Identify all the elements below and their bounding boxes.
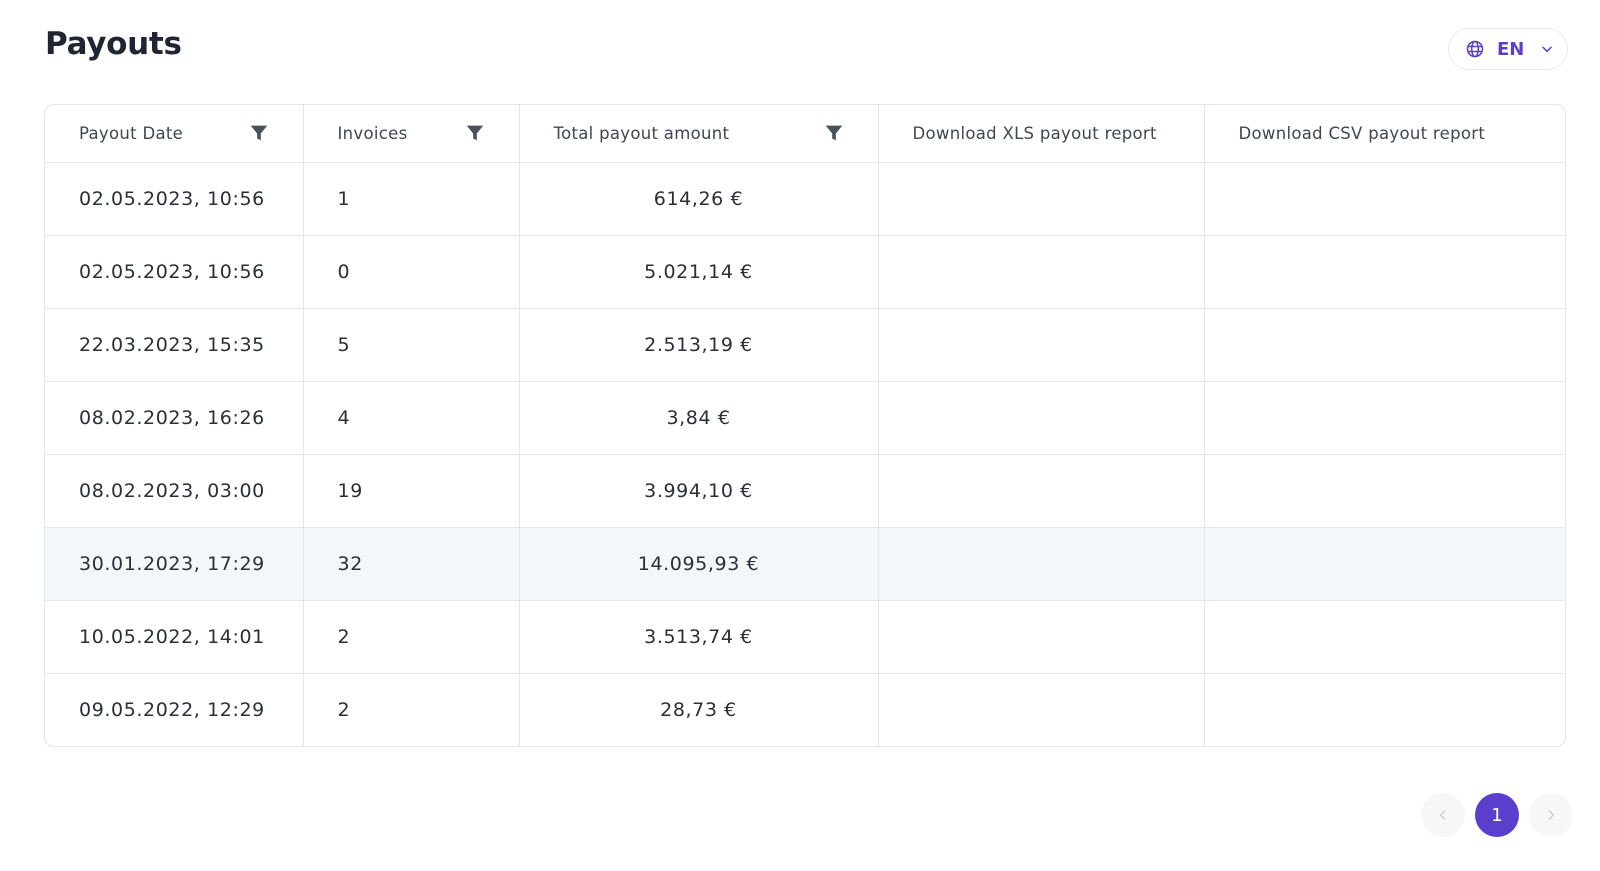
table-row[interactable]: 09.05.2022, 12:29 2 28,73 € — [45, 673, 1565, 746]
cell-payout-date: 08.02.2023, 03:00 — [45, 454, 304, 528]
header-download-xls: Download XLS payout report — [878, 105, 1205, 163]
cell-payout-date: 02.05.2023, 10:56 — [45, 235, 304, 309]
cell-payout-date: 10.05.2022, 14:01 — [45, 600, 304, 674]
payouts-table: Payout Date Invoices Total payout amount — [44, 104, 1566, 747]
cell-invoices: 19 — [303, 454, 520, 528]
cell-download-csv[interactable] — [1204, 381, 1565, 455]
table-row[interactable]: 22.03.2023, 15:35 5 2.513,19 € — [45, 308, 1565, 382]
cell-download-xls[interactable] — [878, 600, 1205, 674]
cell-amount: 3,84 € — [519, 381, 879, 455]
filter-icon[interactable] — [464, 122, 486, 144]
cell-download-xls[interactable] — [878, 162, 1205, 236]
table-row[interactable]: 10.05.2022, 14:01 2 3.513,74 € — [45, 600, 1565, 674]
language-select[interactable]: EN — [1448, 28, 1568, 70]
cell-download-xls[interactable] — [878, 673, 1205, 746]
cell-invoices: 4 — [303, 381, 520, 455]
table-row[interactable]: 08.02.2023, 03:00 19 3.994,10 € — [45, 454, 1565, 528]
cell-amount: 28,73 € — [519, 673, 879, 746]
filter-icon[interactable] — [248, 122, 270, 144]
cell-download-csv[interactable] — [1204, 600, 1565, 674]
header-label: Payout Date — [79, 123, 184, 143]
cell-download-xls[interactable] — [878, 454, 1205, 528]
cell-invoices: 32 — [303, 527, 520, 601]
cell-download-xls[interactable] — [878, 235, 1205, 309]
cell-invoices: 2 — [303, 673, 520, 746]
chevron-down-icon — [1542, 46, 1553, 53]
page-title: Payouts — [45, 26, 182, 62]
cell-invoices: 2 — [303, 600, 520, 674]
table-row[interactable]: 02.05.2023, 10:56 1 614,26 € — [45, 162, 1565, 236]
header-download-csv: Download CSV payout report — [1204, 105, 1565, 163]
next-page-button[interactable] — [1529, 793, 1573, 837]
previous-page-button[interactable] — [1421, 793, 1465, 837]
cell-invoices: 1 — [303, 162, 520, 236]
cell-amount: 5.021,14 € — [519, 235, 879, 309]
cell-payout-date: 02.05.2023, 10:56 — [45, 162, 304, 236]
header-label: Download CSV payout report — [1238, 123, 1486, 143]
header-payout-date: Payout Date — [45, 105, 304, 163]
cell-download-csv[interactable] — [1204, 527, 1565, 601]
cell-payout-date: 09.05.2022, 12:29 — [45, 673, 304, 746]
cell-download-xls[interactable] — [878, 381, 1205, 455]
cell-download-xls[interactable] — [878, 308, 1205, 382]
header-label: Download XLS payout report — [912, 123, 1157, 143]
cell-invoices: 5 — [303, 308, 520, 382]
cell-amount: 2.513,19 € — [519, 308, 879, 382]
cell-download-csv[interactable] — [1204, 673, 1565, 746]
table-row[interactable]: 08.02.2023, 16:26 4 3,84 € — [45, 381, 1565, 455]
cell-payout-date: 30.01.2023, 17:29 — [45, 527, 304, 601]
table-row[interactable]: 02.05.2023, 10:56 0 5.021,14 € — [45, 235, 1565, 309]
cell-payout-date: 22.03.2023, 15:35 — [45, 308, 304, 382]
header-invoices: Invoices — [303, 105, 520, 163]
header-label: Total payout amount — [553, 123, 730, 143]
cell-download-csv[interactable] — [1204, 308, 1565, 382]
globe-icon — [1466, 40, 1484, 58]
cell-amount: 614,26 € — [519, 162, 879, 236]
pagination: 1 — [1421, 793, 1573, 837]
header-label: Invoices — [337, 123, 408, 143]
page-1-button[interactable]: 1 — [1475, 793, 1519, 837]
table-header-row: Payout Date Invoices Total payout amount — [45, 105, 1565, 163]
cell-payout-date: 08.02.2023, 16:26 — [45, 381, 304, 455]
cell-amount: 14.095,93 € — [519, 527, 879, 601]
table-row-hovered[interactable]: 30.01.2023, 17:29 32 14.095,93 € — [45, 527, 1565, 601]
cell-download-csv[interactable] — [1204, 454, 1565, 528]
cell-download-csv[interactable] — [1204, 235, 1565, 309]
cell-invoices: 0 — [303, 235, 520, 309]
chevron-right-icon — [1548, 810, 1555, 820]
filter-icon[interactable] — [823, 122, 845, 144]
language-label: EN — [1497, 38, 1525, 60]
chevron-left-icon — [1439, 810, 1446, 820]
cell-amount: 3.994,10 € — [519, 454, 879, 528]
cell-download-csv[interactable] — [1204, 162, 1565, 236]
cell-amount: 3.513,74 € — [519, 600, 879, 674]
header-total-payout-amount: Total payout amount — [519, 105, 879, 163]
cell-download-xls[interactable] — [878, 527, 1205, 601]
